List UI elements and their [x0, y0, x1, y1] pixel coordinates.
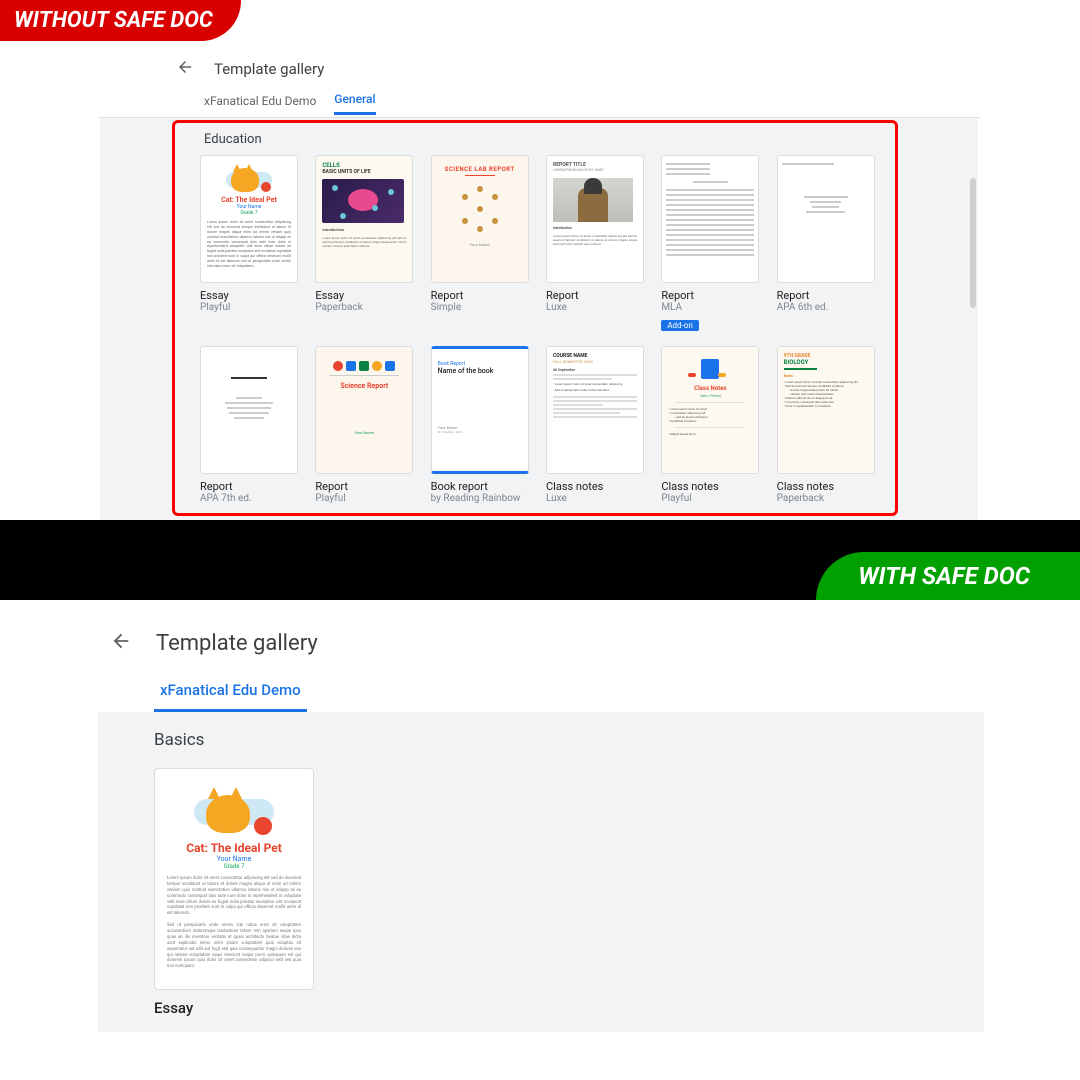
template-thumb: Science Report Your Name — [315, 346, 413, 474]
template-thumb — [777, 155, 875, 283]
template-title: Essay — [315, 289, 413, 302]
template-title: Book report — [431, 480, 529, 493]
template-essay[interactable]: Cat: The Ideal Pet Your Name Grade 7 Lor… — [154, 768, 314, 1017]
template-subtitle: APA 6th ed. — [777, 302, 875, 313]
template-subtitle: MLA — [661, 302, 759, 313]
with-safedoc-badge: WITH SAFE DOC — [816, 552, 1080, 600]
page-title: Template gallery — [156, 631, 318, 656]
template-title: Class notes — [546, 480, 644, 493]
template-title: Report — [546, 289, 644, 302]
template-subtitle: Playful — [200, 302, 298, 313]
tab-xfanatical[interactable]: xFanatical Edu Demo — [154, 681, 307, 712]
template-title: Class notes — [661, 480, 759, 493]
template-thumb: COURSE NAME FALL SEMESTER 20XX 06 Septem… — [546, 346, 644, 474]
addon-badge: Add-on — [661, 320, 698, 331]
gallery-tabs: xFanatical Edu Demo General — [98, 90, 980, 118]
template-thumb — [200, 346, 298, 474]
template-subtitle: Luxe — [546, 302, 644, 313]
panel-with-safedoc: Template gallery xFanatical Edu Demo Bas… — [98, 612, 984, 1034]
template-thumb: REPORT TITLE LOREM IPSUM DOLOR SIT AMET … — [546, 155, 644, 283]
gallery-body: Education Cat: The Ideal Pet Your Name G… — [100, 118, 978, 522]
template-report-mla[interactable]: Report MLA Add-on — [661, 155, 759, 332]
tab-xfanatical[interactable]: xFanatical Edu Demo — [204, 94, 316, 114]
template-title: Essay — [200, 289, 298, 302]
panel-without-safedoc: Template gallery xFanatical Edu Demo Gen… — [98, 48, 980, 498]
template-subtitle: Paperback — [777, 493, 875, 504]
template-subtitle: APA 7th ed. — [200, 493, 298, 504]
template-book-report[interactable]: Book Report Name of the book Your Name M… — [431, 346, 529, 504]
page-title: Template gallery — [214, 60, 324, 78]
template-thumb: Cat: The Ideal Pet Your Name Grade 7 Lor… — [154, 768, 314, 990]
template-thumb — [661, 155, 759, 283]
template-report-simple[interactable]: SCIENCE LAB REPORT Your Name Report Simp… — [431, 155, 529, 332]
section-heading-education: Education — [100, 128, 978, 155]
back-arrow-icon[interactable] — [110, 630, 132, 656]
template-thumb: Class Notes Date / Period • Lorem ipsum … — [661, 346, 759, 474]
template-thumb: Book Report Name of the book Your Name M… — [431, 346, 529, 474]
template-title: Report — [431, 289, 529, 302]
template-grid: Cat: The Ideal Pet Your Name Grade 7 Lor… — [100, 155, 978, 504]
template-subtitle: by Reading Rainbow — [431, 493, 529, 504]
template-subtitle: Simple — [431, 302, 529, 313]
template-title: Report — [661, 289, 759, 302]
tab-general[interactable]: General — [334, 92, 375, 115]
template-subtitle: Paperback — [315, 302, 413, 313]
template-report-luxe[interactable]: REPORT TITLE LOREM IPSUM DOLOR SIT AMET … — [546, 155, 644, 332]
without-safedoc-badge: WITHOUT SAFE DOC — [0, 0, 241, 41]
gallery-body: Basics Cat: The Ideal Pet Your Name Grad… — [98, 712, 984, 1032]
template-classnotes-playful[interactable]: Class Notes Date / Period • Lorem ipsum … — [661, 346, 759, 504]
template-subtitle: Luxe — [546, 493, 644, 504]
template-essay-playful[interactable]: Cat: The Ideal Pet Your Name Grade 7 Lor… — [200, 155, 298, 332]
template-thumb: SCIENCE LAB REPORT Your Name — [431, 155, 529, 283]
section-heading-basics: Basics — [154, 730, 984, 750]
template-report-apa6[interactable]: Report APA 6th ed. — [777, 155, 875, 332]
back-arrow-icon[interactable] — [176, 58, 194, 80]
template-title: Report — [200, 480, 298, 493]
template-title: Class notes — [777, 480, 875, 493]
template-report-playful[interactable]: Science Report Your Name Report Playful — [315, 346, 413, 504]
template-title: Report — [315, 480, 413, 493]
template-title: Report — [777, 289, 875, 302]
template-classnotes-luxe[interactable]: COURSE NAME FALL SEMESTER 20XX 06 Septem… — [546, 346, 644, 504]
scrollbar[interactable] — [970, 178, 976, 308]
template-classnotes-paperback[interactable]: 9TH GRADE BIOLOGY Notes • Lorem ipsum do… — [777, 346, 875, 504]
template-thumb: CELLS BASIC UNITS OF LIFE Introduction L… — [315, 155, 413, 283]
template-thumb: Cat: The Ideal Pet Your Name Grade 7 Lor… — [200, 155, 298, 283]
gallery-header: Template gallery — [98, 612, 984, 656]
template-essay-paperback[interactable]: CELLS BASIC UNITS OF LIFE Introduction L… — [315, 155, 413, 332]
template-report-apa7[interactable]: Report APA 7th ed. — [200, 346, 298, 504]
template-subtitle: Playful — [661, 493, 759, 504]
template-thumb: 9TH GRADE BIOLOGY Notes • Lorem ipsum do… — [777, 346, 875, 474]
template-subtitle: Playful — [315, 493, 413, 504]
gallery-tabs: xFanatical Edu Demo — [98, 656, 984, 712]
gallery-header: Template gallery — [98, 48, 980, 90]
template-title: Essay — [154, 999, 314, 1017]
